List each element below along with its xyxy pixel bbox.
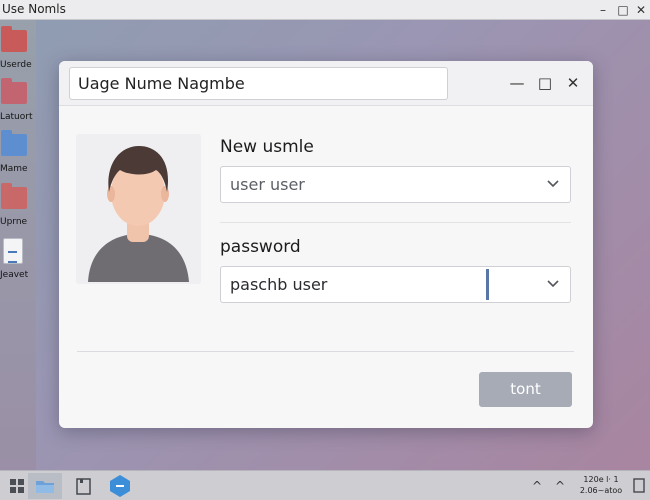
field-divider	[220, 222, 571, 223]
dialog-minimize-button[interactable]: —	[505, 72, 529, 94]
password-value: paschb user	[230, 275, 328, 294]
window-maximize-button[interactable]: □	[614, 1, 632, 19]
window-minimize-button[interactable]: –	[594, 1, 612, 19]
desktop-item-mame[interactable]: Mame	[0, 130, 36, 180]
document-icon	[3, 238, 23, 264]
chevron-down-icon[interactable]	[544, 267, 562, 302]
tray-chevron-icon[interactable]: ^	[555, 471, 565, 500]
dialog-divider	[77, 351, 574, 352]
password-field[interactable]: paschb user	[220, 266, 571, 303]
desktop-item-uprne[interactable]: Uprne	[0, 183, 36, 233]
avatar	[76, 134, 201, 284]
desktop-item-label: Mame	[0, 164, 28, 174]
folder-icon	[36, 481, 54, 493]
app-window-icon	[76, 478, 91, 495]
desktop-item-jeavet[interactable]: Jeavet	[0, 236, 36, 286]
folder-red-icon	[1, 26, 27, 52]
clock-date: 2.06~atoo	[579, 486, 623, 495]
window-title-bar: Use Nomls – □ ✕	[0, 0, 650, 20]
desktop-item-label: Latuort	[0, 112, 33, 122]
password-label: password	[220, 237, 301, 257]
notification-icon	[633, 478, 645, 493]
desktop-item-userde[interactable]: Userde	[0, 26, 36, 76]
desktop-item-label: Uprne	[0, 217, 28, 227]
dialog-title-bar: Uage Nume Nagmbe — □ ✕	[59, 61, 593, 106]
window-close-button[interactable]: ✕	[632, 1, 650, 19]
username-dropdown[interactable]: user user	[220, 166, 571, 203]
dialog-close-button[interactable]: ✕	[561, 72, 585, 94]
taskbar-app-window[interactable]	[66, 473, 100, 499]
window-title: Use Nomls	[2, 2, 66, 16]
browser-icon	[110, 475, 130, 497]
user-dialog: Uage Nume Nagmbe — □ ✕ New usmle user us…	[59, 61, 593, 428]
chevron-down-icon[interactable]	[544, 167, 562, 202]
taskbar-browser[interactable]	[103, 473, 137, 499]
user-avatar-icon	[76, 134, 201, 284]
taskbar: ^ ^ 120e l· 1 2.06~atoo	[0, 470, 650, 500]
text-cursor	[486, 269, 489, 300]
submit-button[interactable]: tont	[479, 372, 572, 407]
username-value: user user	[230, 175, 305, 194]
folder-red-icon	[1, 183, 27, 209]
desktop-item-label: Jeavet	[0, 270, 29, 280]
dialog-maximize-button[interactable]: □	[533, 72, 557, 94]
tray-chevron-icon[interactable]: ^	[532, 471, 542, 500]
desktop-item-latuort[interactable]: Latuort	[0, 78, 36, 128]
windows-grid-icon	[10, 479, 24, 493]
clock-time: 120e l· 1	[583, 475, 619, 484]
desktop-item-label: Userde	[0, 60, 32, 70]
notification-button[interactable]	[630, 473, 648, 499]
folder-red-icon	[1, 78, 27, 104]
taskbar-clock[interactable]: 120e l· 1 2.06~atoo	[575, 474, 627, 496]
folder-blue-icon	[1, 130, 27, 156]
taskbar-file-explorer[interactable]	[28, 473, 62, 499]
dialog-title: Uage Nume Nagmbe	[69, 67, 448, 100]
username-label: New usmle	[220, 137, 314, 157]
desktop-icon-strip: Userde Latuort Mame Uprne Jeavet	[0, 20, 36, 470]
